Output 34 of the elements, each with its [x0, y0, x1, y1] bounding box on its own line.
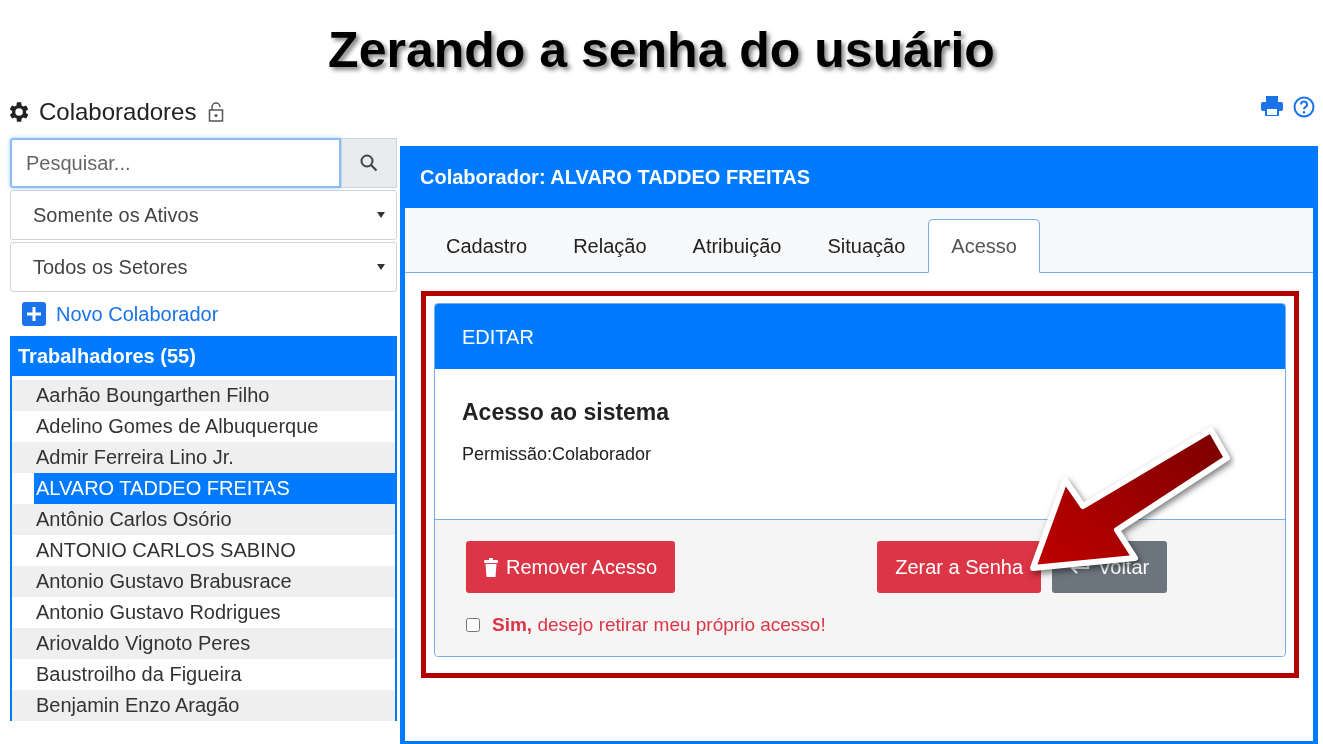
tab[interactable]: Relação [550, 219, 670, 273]
remove-access-button[interactable]: Remover Acesso [466, 541, 676, 593]
tab[interactable]: Atribuição [669, 219, 805, 273]
lock-icon[interactable] [208, 102, 225, 122]
card-heading: Acesso ao sistema [462, 399, 671, 427]
tab[interactable]: Cadastro [423, 219, 551, 273]
confirm-checkbox[interactable] [466, 618, 480, 633]
employee-item[interactable]: Antonio Gustavo Rodrigues [34, 597, 283, 628]
search-icon [360, 154, 378, 172]
filter-select[interactable]: Somente os Ativos [10, 190, 397, 240]
slide-title: Zerando a senha do usuário [328, 20, 995, 80]
search-field[interactable]: Pesquisar... [10, 138, 341, 188]
tab[interactable]: Acesso [928, 219, 1040, 273]
page-title: Colaboradores [39, 97, 197, 127]
reset-password-button[interactable]: Zerar a Senha [877, 541, 1042, 593]
panel-title: Colaborador: ALVARO TADDEO FREITAS [420, 165, 810, 190]
search-button[interactable] [341, 138, 397, 188]
print-icon[interactable] [1261, 96, 1283, 116]
trash-icon [484, 557, 498, 577]
help-icon[interactable] [1293, 96, 1315, 118]
caret-icon [376, 211, 386, 219]
caret-icon [376, 263, 386, 271]
employee-item[interactable]: ALVARO TADDEO FREITAS [34, 473, 395, 504]
tab[interactable]: Situação [804, 219, 929, 273]
employee-item[interactable]: Baustroilho da Figueira [34, 659, 244, 690]
employee-item[interactable]: Adelino Gomes de Albuquerque [34, 411, 321, 442]
plus-icon[interactable] [22, 302, 46, 326]
permission-text: Permissão:Colaborador [462, 442, 653, 466]
employee-item[interactable]: ANTONIO CARLOS SABINO [34, 535, 298, 566]
list-header: Trabalhadores (55) [10, 336, 397, 376]
card-header: EDITAR [462, 324, 534, 350]
new-employee-link[interactable]: Novo Colaborador [56, 299, 219, 329]
confirm-label: Sim, desejo retirar meu próprio acesso! [492, 613, 826, 637]
filter-select[interactable]: Todos os Setores [10, 242, 397, 292]
